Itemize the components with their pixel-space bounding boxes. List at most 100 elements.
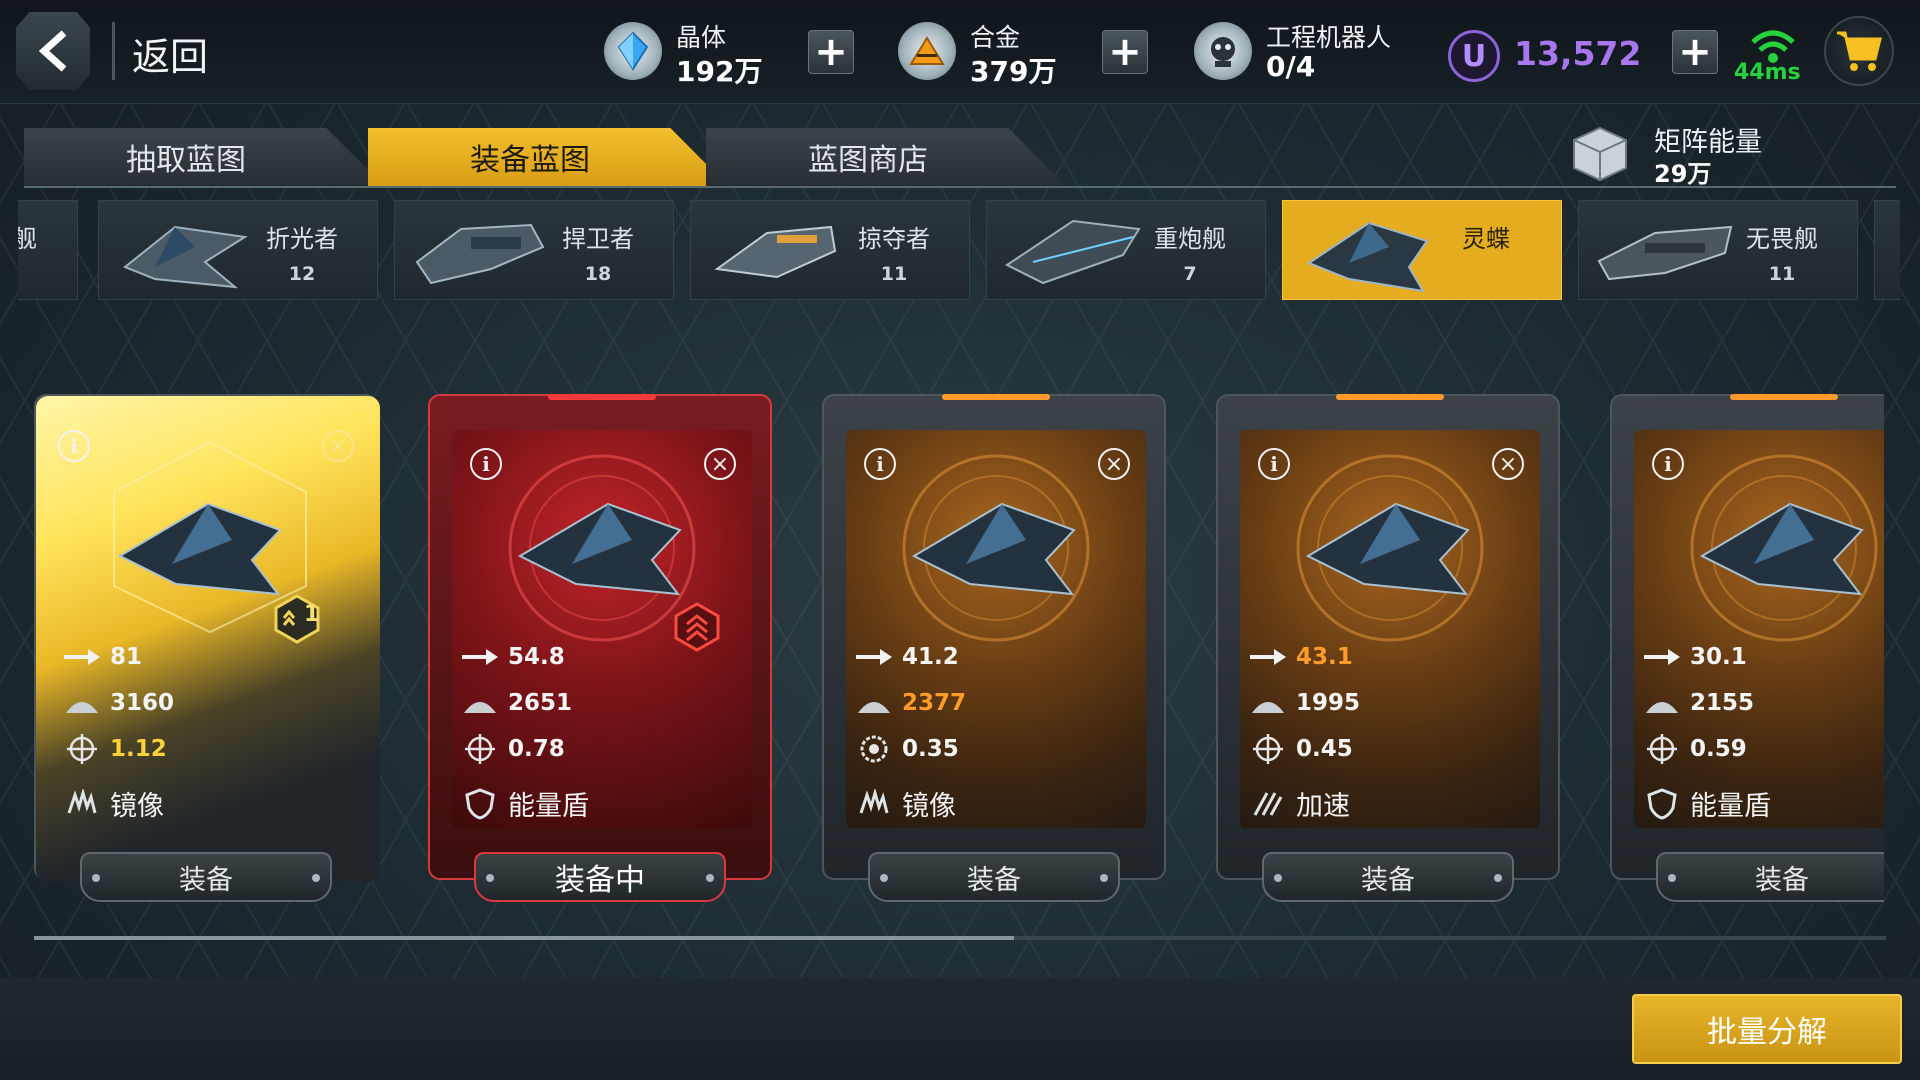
tab-draw-blueprint[interactable]: 抽取蓝图 <box>24 128 384 186</box>
armor-icon <box>856 688 892 718</box>
top-bar: 返回 晶体 192万 + 合金 379万 + 工程机器人 0/4 U 13,57… <box>0 0 1920 104</box>
close-icon[interactable]: × <box>1492 448 1524 480</box>
stat-speed: 41.2 <box>856 642 959 672</box>
ship-item[interactable]: 掠夺者 11 <box>690 200 970 300</box>
speed-icon <box>856 642 892 672</box>
premium-currency-value: 13,572 <box>1514 34 1642 73</box>
boost-skill-icon <box>1250 789 1286 819</box>
robot-icon <box>1194 22 1252 80</box>
rivet <box>706 874 714 882</box>
stat-skill: 镜像 <box>856 784 956 823</box>
stat-hp: 3160 <box>64 688 174 718</box>
blueprint-card[interactable]: i 30.1 2155 0.59 能量盾 装备 <box>1610 394 1884 902</box>
scrollbar-thumb[interactable] <box>34 936 1014 940</box>
info-icon[interactable]: i <box>1652 448 1684 480</box>
stat-rate: 0.45 <box>1250 734 1353 764</box>
tab-blueprint-shop[interactable]: 蓝图商店 <box>706 128 1066 186</box>
resource-name: 工程机器人 <box>1266 23 1392 52</box>
back-label[interactable]: 返回 <box>132 26 208 81</box>
rivet <box>92 874 100 882</box>
ship-item-selected[interactable]: 灵蝶 <box>1282 200 1562 300</box>
ship-item[interactable] <box>1874 200 1900 300</box>
back-button[interactable] <box>16 12 90 90</box>
resource-alloy: 合金 379万 <box>898 14 1068 90</box>
cart-icon <box>1837 31 1882 71</box>
close-icon[interactable]: × <box>322 430 354 462</box>
equip-button[interactable]: 装备 <box>1656 852 1884 902</box>
stat-rate: 0.78 <box>462 734 565 764</box>
ship-name: 无畏舰 <box>1746 225 1818 253</box>
blueprint-card[interactable]: i × 41.2 2377 0.35 镜像 装备 <box>822 394 1166 902</box>
equipped-button[interactable]: 装备中 <box>474 852 726 902</box>
info-icon[interactable]: i <box>864 448 896 480</box>
rank-badge-icon <box>674 602 720 652</box>
ship-item[interactable]: 重炮舰 7 <box>986 200 1266 300</box>
ship-count: 18 <box>584 263 612 285</box>
ship-icon <box>1597 225 1733 281</box>
ship-image <box>517 502 682 596</box>
resource-name: 晶体 <box>676 23 727 52</box>
rivet <box>486 874 494 882</box>
blueprint-card-equipped[interactable]: i × 54.8 2651 0.78 能量盾 装备中 <box>428 394 772 902</box>
info-icon[interactable]: i <box>1258 448 1290 480</box>
shop-cart-button[interactable] <box>1824 16 1894 86</box>
equip-button[interactable]: 装备 <box>1262 852 1514 902</box>
equip-button[interactable]: 装备 <box>868 852 1120 902</box>
ship-count: 12 <box>288 263 316 285</box>
ship-item[interactable]: 折光者 12 <box>98 200 378 300</box>
add-alloy-button[interactable]: + <box>1102 30 1148 74</box>
ship-item[interactable]: 舰 <box>18 200 78 300</box>
speed-icon <box>462 642 498 672</box>
close-icon[interactable]: × <box>704 448 736 480</box>
add-currency-button[interactable]: + <box>1672 30 1718 74</box>
ship-image <box>1305 502 1470 596</box>
rivet <box>1494 874 1502 882</box>
ship-item[interactable]: 无畏舰 11 <box>1578 200 1858 300</box>
ship-icon <box>415 223 545 285</box>
tab-label: 装备蓝图 <box>470 143 590 178</box>
stat-value: 0.78 <box>508 736 565 762</box>
card-background: i × 43.1 1995 0.45 加速 <box>1240 430 1540 828</box>
stat-rate: 0.59 <box>1644 734 1747 764</box>
speed-icon <box>1644 642 1680 672</box>
mirror-skill-icon <box>856 788 892 819</box>
matrix-cube-icon <box>1573 126 1627 182</box>
crosshair-icon <box>1644 734 1680 764</box>
add-crystal-button[interactable]: + <box>808 30 854 74</box>
info-icon[interactable]: i <box>470 448 502 480</box>
ship-item[interactable]: 捍卫者 18 <box>394 200 674 300</box>
card-frame: i × 54.8 2651 0.78 能量盾 <box>428 394 772 880</box>
stat-skill: 能量盾 <box>1644 784 1771 823</box>
button-label: 装备 <box>1755 864 1809 896</box>
divider <box>112 22 115 80</box>
stat-value: 1.12 <box>110 736 167 762</box>
gear-icon <box>856 734 892 764</box>
stat-value: 1995 <box>1296 690 1361 716</box>
armor-icon <box>64 688 100 718</box>
resource-value: 379万 <box>970 55 1057 88</box>
bulk-dismantle-button[interactable]: 批量分解 <box>1632 994 1902 1064</box>
blueprint-card[interactable]: i × 43.1 1995 0.45 加速 装备 <box>1216 394 1560 902</box>
ship-image <box>1699 502 1864 596</box>
card-top-indicator <box>1730 394 1838 400</box>
skill-name: 镜像 <box>110 791 164 822</box>
blueprint-card[interactable]: 1 i × 81 3160 1.12 镜像 装备 <box>34 394 380 902</box>
stat-skill: 镜像 <box>64 784 164 823</box>
tab-equip-blueprint[interactable]: 装备蓝图 <box>368 128 728 186</box>
stat-hp: 2651 <box>462 688 572 718</box>
stat-value: 0.35 <box>902 736 959 762</box>
info-icon[interactable]: i <box>58 430 90 462</box>
crosshair-icon <box>64 734 100 764</box>
equip-button[interactable]: 装备 <box>80 852 332 902</box>
stat-value: 2155 <box>1690 690 1755 716</box>
ship-icon <box>123 225 248 289</box>
close-icon[interactable]: × <box>1098 448 1130 480</box>
ship-selector: 舰 折光者 12 捍卫者 18 掠夺者 11 重炮舰 7 灵蝶 无畏舰 11 <box>18 200 1900 302</box>
stat-value: 2651 <box>508 690 573 716</box>
ship-icon <box>1306 221 1429 293</box>
ship-count: 11 <box>880 263 908 285</box>
matrix-energy-value: 29万 <box>1654 160 1712 188</box>
tabs-divider <box>24 186 1896 188</box>
armor-icon <box>1644 688 1680 718</box>
shield-skill-icon <box>462 787 498 820</box>
